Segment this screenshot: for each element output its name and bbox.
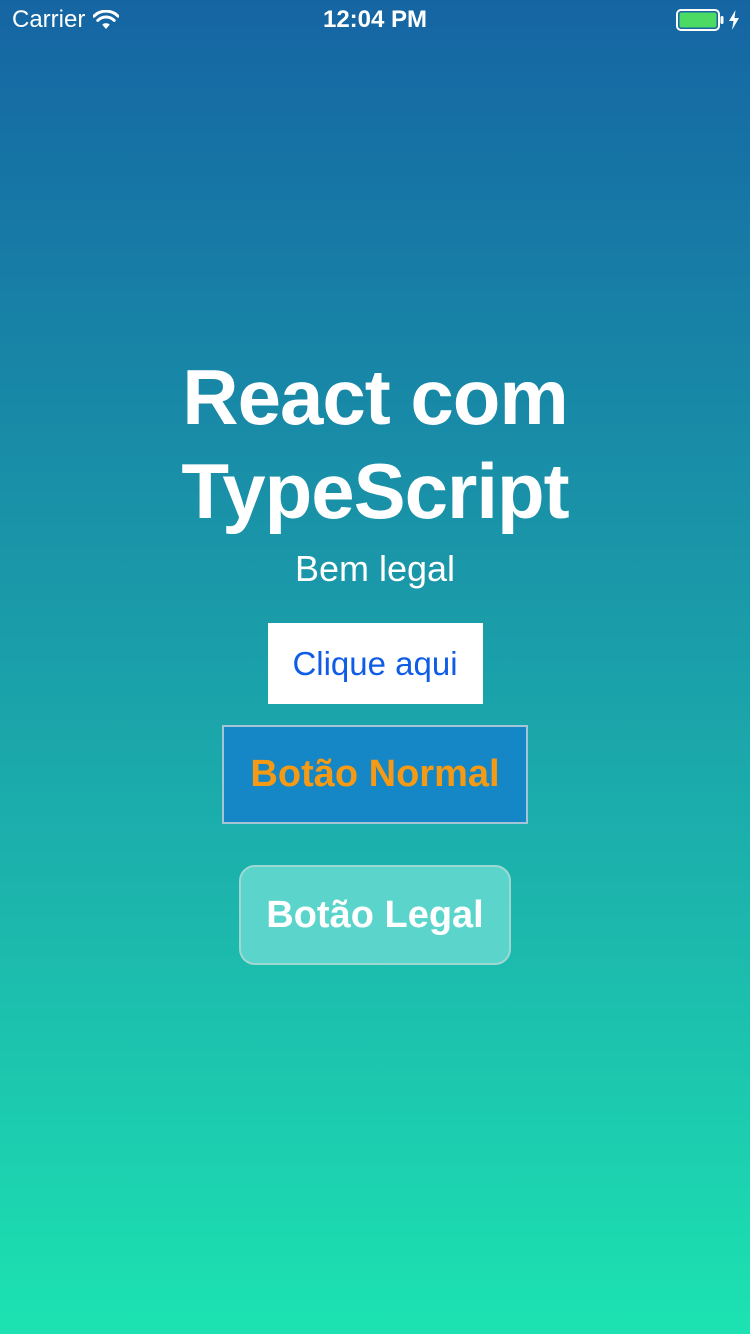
main-content: React com TypeScript Bem legal Clique aq… bbox=[0, 350, 750, 965]
status-time: 12:04 PM bbox=[322, 6, 428, 33]
page-subtitle: Bem legal bbox=[294, 548, 456, 589]
charging-bolt-icon bbox=[728, 10, 740, 30]
battery-group bbox=[676, 9, 740, 31]
botao-legal-button[interactable]: Botão Legal bbox=[239, 865, 511, 965]
clique-aqui-button[interactable]: Clique aqui bbox=[267, 623, 483, 704]
botao-normal-button[interactable]: Botão Normal bbox=[222, 725, 528, 824]
battery-icon bbox=[676, 9, 724, 31]
page-title: React com TypeScript bbox=[181, 353, 569, 535]
status-bar: Carrier 12:04 PM bbox=[0, 0, 750, 40]
